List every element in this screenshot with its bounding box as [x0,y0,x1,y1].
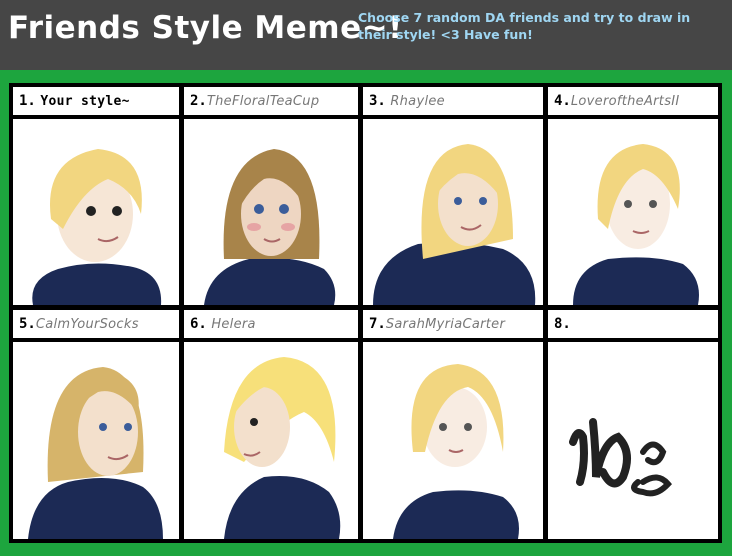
drawing-panel-4 [548,119,718,305]
scribble-illustration [569,418,672,497]
side-profile-portrait-illustration [224,357,341,539]
round-blonde-portrait-illustration [393,364,519,539]
drawing-panel-8 [548,342,718,539]
drawing-panel-1 [13,119,179,305]
dirty-blonde-portrait-illustration [28,367,163,539]
page-title: Friends Style Meme~! [8,10,403,46]
drawing-panel-2 [184,119,358,305]
header-banner: Friends Style Meme~! Choose 7 random DA … [0,0,732,70]
meme-grid: 1. Your style~ 2. TheFloralTeaCup 3. Rhay… [9,83,722,543]
drawing-panel-5 [13,342,179,539]
cell-label-1: 1. Your style~ [13,87,179,115]
cell-label-6: 6. Helera [184,310,358,338]
page-subtitle: Choose 7 random DA friends and try to dr… [358,10,691,42]
drawing-panel-3 [363,119,543,305]
cell-label-4: 4. LoveroftheArtsII [548,87,718,115]
brown-hair-portrait-illustration [204,149,336,305]
cell-label-3: 3. Rhaylee [363,87,543,115]
blonde-portrait-illustration [32,149,162,305]
short-blonde-portrait-illustration [573,144,699,305]
drawing-panel-7 [363,342,543,539]
long-blonde-portrait-illustration [373,144,536,305]
cell-label-7: 7. SarahMyriaCarter [363,310,543,338]
cell-label-5: 5. CalmYourSocks [13,310,179,338]
cell-label-2: 2. TheFloralTeaCup [184,87,358,115]
drawing-panel-6 [184,342,358,539]
cell-label-8: 8. [548,310,718,338]
